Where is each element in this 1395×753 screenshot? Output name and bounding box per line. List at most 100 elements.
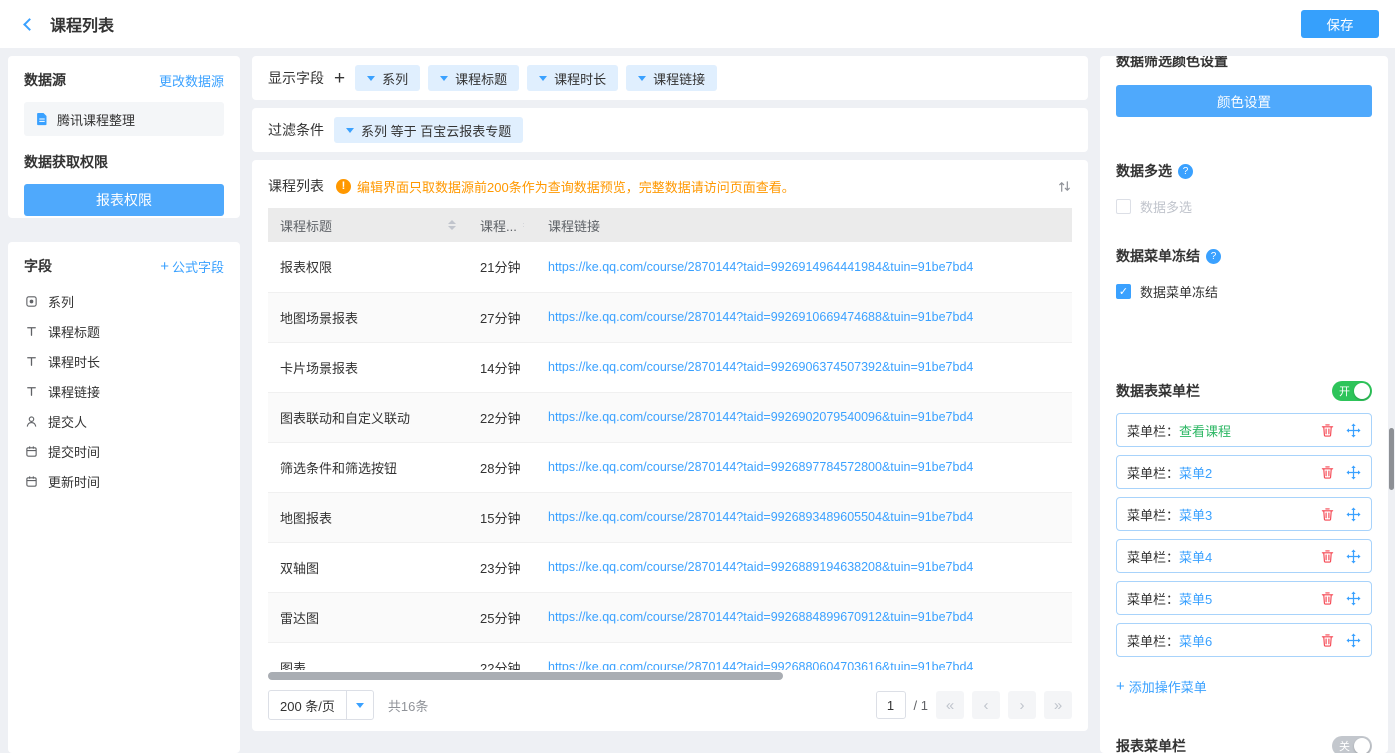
table-menu-toggle[interactable]: 开: [1332, 381, 1372, 401]
display-field-chip[interactable]: 课程标题: [428, 65, 519, 91]
warning-text: 编辑界面只取数据源前200条作为查询数据预览，完整数据请访问页面查看。: [357, 177, 795, 196]
course-title-cell: 地图报表: [268, 492, 468, 542]
field-item[interactable]: 课程标题: [24, 316, 224, 346]
sort-icon[interactable]: [523, 220, 524, 230]
multi-select-title: 数据多选: [1116, 161, 1172, 181]
date-field-icon: [24, 475, 39, 488]
add-formula-field-link[interactable]: 公式字段: [160, 257, 224, 276]
horizontal-scrollbar[interactable]: [268, 672, 1072, 680]
toggle-off-label: 关: [1339, 738, 1350, 753]
sort-asc-icon: [448, 220, 456, 224]
field-item[interactable]: 系列: [24, 286, 224, 316]
course-title-cell: 图表: [268, 642, 468, 670]
course-link[interactable]: https://ke.qq.com/course/2870144?taid=99…: [548, 560, 1060, 574]
display-field-chip[interactable]: 课程链接: [626, 65, 717, 91]
course-duration-cell: 25分钟: [468, 592, 536, 642]
course-link[interactable]: https://ke.qq.com/course/2870144?taid=99…: [548, 510, 1060, 524]
chip-label: 系列 等于 百宝云报表专题: [361, 121, 511, 140]
field-item[interactable]: 提交人: [24, 406, 224, 436]
content-area: 数据源 更改数据源 腾讯课程整理 数据获取权限 报表权限 字段 公式字段 系列课…: [0, 48, 1395, 753]
field-item[interactable]: 课程时长: [24, 346, 224, 376]
color-settings-button[interactable]: 颜色设置: [1116, 85, 1372, 117]
datasource-name: 腾讯课程整理: [57, 110, 135, 129]
toggle-on-label: 开: [1339, 383, 1350, 399]
trash-icon[interactable]: [1320, 423, 1335, 438]
display-fields-bar: 显示字段 系列课程标题课程时长课程链接: [252, 56, 1088, 100]
field-item[interactable]: 课程链接: [24, 376, 224, 406]
trash-icon[interactable]: [1320, 465, 1335, 480]
multi-select-checkbox[interactable]: [1116, 199, 1131, 214]
display-field-chip[interactable]: 课程时长: [527, 65, 618, 91]
preview-warning: 编辑界面只取数据源前200条作为查询数据预览，完整数据请访问页面查看。: [336, 177, 795, 196]
column-header[interactable]: 课程标题: [268, 208, 468, 242]
page-number-input[interactable]: 1: [876, 691, 906, 719]
page-size-select[interactable]: 200 条/页: [268, 690, 374, 720]
course-duration-cell: 21分钟: [468, 242, 536, 292]
help-icon[interactable]: [1178, 164, 1193, 179]
move-icon[interactable]: [1346, 465, 1361, 480]
course-link[interactable]: https://ke.qq.com/course/2870144?taid=99…: [548, 310, 1060, 324]
menu-bar-item: 菜单栏：菜单2: [1116, 455, 1372, 489]
change-datasource-link[interactable]: 更改数据源: [159, 71, 224, 90]
data-table: 课程标题课程...课程链接 报表权限21分钟 https://ke.qq.com/…: [268, 208, 1072, 670]
prev-page-button[interactable]: ‹: [972, 691, 1000, 719]
save-button[interactable]: 保存: [1301, 10, 1379, 38]
table-row: 地图报表15分钟https://ke.qq.com/course/2870144…: [268, 492, 1072, 542]
add-menu-link[interactable]: 添加操作菜单: [1116, 677, 1207, 696]
menu-item-value: 菜单2: [1179, 463, 1212, 482]
last-page-button[interactable]: »: [1044, 691, 1072, 719]
move-icon[interactable]: [1346, 549, 1361, 564]
back-button[interactable]: [16, 11, 42, 37]
vertical-scrollbar[interactable]: [1389, 428, 1394, 490]
course-link[interactable]: https://ke.qq.com/course/2870144?taid=99…: [548, 360, 1060, 374]
move-icon[interactable]: [1346, 633, 1361, 648]
trash-icon[interactable]: [1320, 591, 1335, 606]
trash-icon[interactable]: [1320, 549, 1335, 564]
chip-label: 系列: [382, 69, 408, 88]
column-header[interactable]: 课程...: [468, 208, 536, 242]
course-link[interactable]: https://ke.qq.com/course/2870144?taid=99…: [548, 410, 1060, 424]
text-field-icon: [24, 325, 39, 338]
menu-item-prefix: 菜单栏：: [1127, 547, 1179, 566]
field-label: 提交人: [48, 412, 87, 431]
total-count: 共16条: [388, 696, 428, 715]
menu-freeze-checkbox[interactable]: [1116, 284, 1131, 299]
help-icon[interactable]: [1206, 249, 1221, 264]
multi-select-checkbox-label: 数据多选: [1140, 197, 1192, 216]
first-page-button[interactable]: «: [936, 691, 964, 719]
report-menu-toggle[interactable]: 关: [1332, 736, 1372, 753]
chevron-down-icon: [346, 128, 354, 133]
move-icon[interactable]: [1346, 591, 1361, 606]
course-link-cell: https://ke.qq.com/course/2870144?taid=99…: [536, 442, 1072, 492]
file-icon: [34, 112, 49, 126]
field-item[interactable]: 更新时间: [24, 466, 224, 496]
table-row: 卡片场景报表14分钟https://ke.qq.com/course/28701…: [268, 342, 1072, 392]
course-title-cell: 地图场景报表: [268, 292, 468, 342]
move-icon[interactable]: [1346, 507, 1361, 522]
course-link[interactable]: https://ke.qq.com/course/2870144?taid=99…: [548, 660, 1060, 670]
horizontal-scrollbar-thumb[interactable]: [268, 672, 783, 680]
course-link[interactable]: https://ke.qq.com/course/2870144?taid=99…: [548, 610, 1060, 624]
trash-icon[interactable]: [1320, 633, 1335, 648]
sort-updown-icon[interactable]: [1057, 179, 1072, 194]
table-header-row: 课程标题课程...课程链接: [268, 208, 1072, 242]
field-item[interactable]: 提交时间: [24, 436, 224, 466]
move-icon[interactable]: [1346, 423, 1361, 438]
course-link[interactable]: https://ke.qq.com/course/2870144?taid=99…: [548, 460, 1060, 474]
course-title-cell: 报表权限: [268, 242, 468, 292]
next-page-button[interactable]: ›: [1008, 691, 1036, 719]
add-display-field-icon[interactable]: [334, 69, 345, 88]
course-title-cell: 卡片场景报表: [268, 342, 468, 392]
course-link-cell: https://ke.qq.com/course/2870144?taid=99…: [536, 592, 1072, 642]
sort-icon[interactable]: [448, 220, 456, 230]
filter-condition-chip[interactable]: 系列 等于 百宝云报表专题: [334, 117, 523, 143]
display-field-chip[interactable]: 系列: [355, 65, 420, 91]
table-row: 地图场景报表27分钟https://ke.qq.com/course/28701…: [268, 292, 1072, 342]
course-duration-cell: 23分钟: [468, 542, 536, 592]
report-permission-button[interactable]: 报表权限: [24, 184, 224, 216]
permission-title: 数据获取权限: [24, 152, 224, 172]
datasource-item[interactable]: 腾讯课程整理: [24, 102, 224, 136]
trash-icon[interactable]: [1320, 507, 1335, 522]
course-link[interactable]: https://ke.qq.com/course/2870144?taid=99…: [548, 260, 1060, 274]
menu-bar-item: 菜单栏：菜单4: [1116, 539, 1372, 573]
